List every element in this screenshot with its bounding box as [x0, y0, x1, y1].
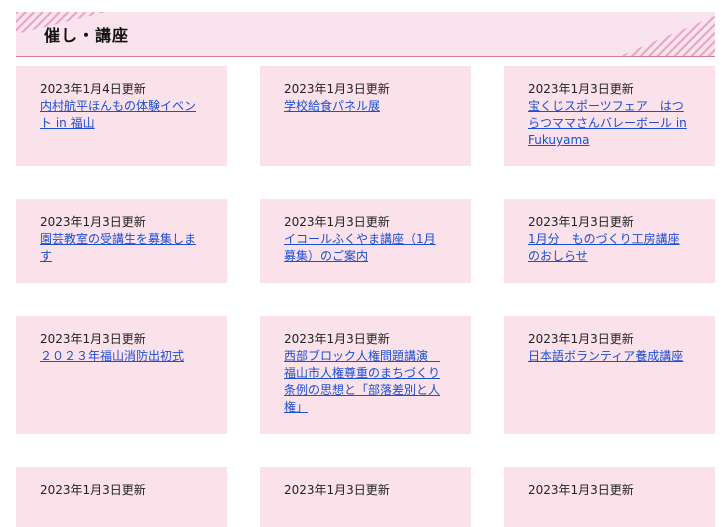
card-date: 2023年1月3日更新 [284, 82, 390, 96]
card-date: 2023年1月3日更新 [528, 82, 634, 96]
card-date: 2023年1月3日更新 [40, 332, 146, 346]
card-link[interactable]: 宝くじスポーツフェア はつらつママさんバレーボール in Fukuyama [528, 98, 691, 149]
card-date: 2023年1月3日更新 [528, 483, 634, 497]
event-card: 2023年1月3日更新 [260, 467, 471, 527]
card-link[interactable]: 西部ブロック人権問題講演 福山市人権尊重のまちづくり条例の思想と「部落差別と人権… [284, 348, 447, 416]
event-card: 2023年1月3日更新 園芸教室の受講生を募集します [16, 199, 227, 283]
event-card: 2023年1月3日更新 [504, 467, 715, 527]
card-date: 2023年1月3日更新 [40, 215, 146, 229]
card-date: 2023年1月3日更新 [284, 483, 390, 497]
card-link[interactable]: 1月分 ものづくり工房講座のおしらせ [528, 231, 691, 265]
card-link[interactable]: 園芸教室の受講生を募集します [40, 231, 203, 265]
event-card: 2023年1月3日更新 ２０２３年福山消防出初式 [16, 316, 227, 434]
card-date: 2023年1月3日更新 [528, 215, 634, 229]
event-card: 2023年1月3日更新 1月分 ものづくり工房講座のおしらせ [504, 199, 715, 283]
section-title: 催し・講座 [44, 26, 130, 45]
card-link[interactable]: 日本語ボランティア養成講座 [528, 348, 691, 365]
card-date: 2023年1月4日更新 [40, 82, 146, 96]
card-link[interactable]: 学校給食パネル展 [284, 98, 447, 115]
card-date: 2023年1月3日更新 [528, 332, 634, 346]
event-card: 2023年1月3日更新 宝くじスポーツフェア はつらつママさんバレーボール in… [504, 66, 715, 166]
event-card: 2023年1月3日更新 [16, 467, 227, 527]
card-date: 2023年1月3日更新 [40, 483, 146, 497]
event-card: 2023年1月3日更新 学校給食パネル展 [260, 66, 471, 166]
event-card: 2023年1月3日更新 イコールふくやま講座（1月募集）のご案内 [260, 199, 471, 283]
event-card-grid: 2023年1月4日更新 内村航平ほんもの体験イベント in 福山 2023年1月… [16, 66, 715, 527]
section-header: 催し・講座 [16, 12, 715, 57]
event-card: 2023年1月4日更新 内村航平ほんもの体験イベント in 福山 [16, 66, 227, 166]
event-card: 2023年1月3日更新 西部ブロック人権問題講演 福山市人権尊重のまちづくり条例… [260, 316, 471, 434]
decorative-stripes-bottom-right [620, 16, 715, 56]
card-link[interactable]: ２０２３年福山消防出初式 [40, 348, 203, 365]
card-date: 2023年1月3日更新 [284, 215, 390, 229]
card-link[interactable]: イコールふくやま講座（1月募集）のご案内 [284, 231, 447, 265]
card-date: 2023年1月3日更新 [284, 332, 390, 346]
card-link[interactable]: 内村航平ほんもの体験イベント in 福山 [40, 98, 203, 132]
event-card: 2023年1月3日更新 日本語ボランティア養成講座 [504, 316, 715, 434]
